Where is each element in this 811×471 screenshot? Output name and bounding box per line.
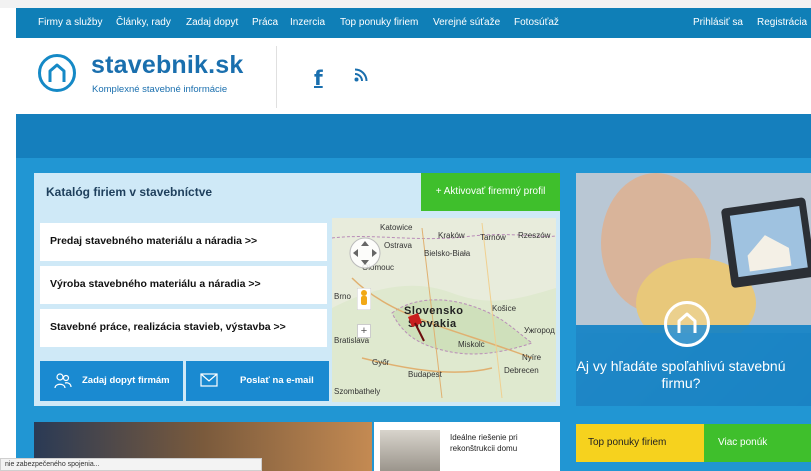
map-label: Tarnów	[480, 233, 506, 242]
logo-tagline: Komplexné stavebné informácie	[92, 84, 228, 95]
header-divider	[276, 46, 277, 108]
main-content: Katalóg firiem v stavebníctve + Aktivova…	[16, 158, 811, 471]
map-label: Kraków	[438, 231, 465, 240]
facebook-icon[interactable]: f	[314, 66, 323, 90]
users-icon	[54, 373, 72, 389]
home-logo-icon	[38, 54, 76, 92]
site-header: stavebnik.sk Komplexné stavebné informác…	[16, 38, 811, 114]
catalog-title: Katalóg firiem v stavebníctve	[46, 185, 213, 199]
nav-top-ponuky-firiem[interactable]: Top ponuky firiem	[340, 17, 418, 28]
nav-praca[interactable]: Práca	[252, 17, 278, 28]
nav-fotosutaz[interactable]: Fotosúťaž	[514, 17, 559, 28]
login-link[interactable]: Prihlásiť sa	[693, 17, 743, 28]
map-pan-control[interactable]	[348, 236, 382, 270]
tab-more-offers[interactable]: Viac ponúk	[704, 424, 811, 462]
map-label: Rzeszów	[518, 231, 551, 240]
tab-top-offers[interactable]: Top ponuky firiem	[576, 424, 704, 462]
nav-verejne-sutaze[interactable]: Verejné súťaže	[433, 17, 500, 28]
article-thumbnail	[380, 430, 440, 471]
map-label: Győr	[372, 358, 390, 367]
map-label: Nyíre	[522, 353, 542, 362]
nav-zadaj-dopyt[interactable]: Zadaj dopyt	[186, 17, 238, 28]
article-title: Ideálne riešenie pri rekonštrukcii domu	[450, 433, 518, 453]
map-label: Debrecen	[504, 366, 539, 375]
map-label: Miskolc	[458, 340, 485, 349]
map-label: Katowice	[380, 223, 413, 232]
map-label: Budapest	[408, 370, 442, 379]
map-label: Bielsko-Biała	[424, 249, 471, 258]
email-button[interactable]: Poslať na e-mail	[186, 361, 329, 401]
map-label: Ужгород	[524, 326, 555, 335]
company-catalog: Katalóg firiem v stavebníctve + Aktivova…	[34, 173, 560, 406]
map-zoom-in-button[interactable]: +	[357, 324, 371, 338]
catalog-map[interactable]: Katowice Kraków Tarnów Rzeszów Ostrava B…	[332, 218, 556, 402]
map-label: Ostrava	[384, 241, 413, 250]
promo-banner[interactable]: Aj vy hľadáte spoľahlivú stavebnú firmu?	[576, 173, 811, 406]
nav-firmy-a-sluzby[interactable]: Firmy a služby	[38, 17, 102, 28]
browser-top-strip	[0, 0, 811, 8]
blue-band	[16, 114, 811, 158]
logo-name: stavebnik.sk	[91, 51, 244, 79]
demand-button[interactable]: Zadaj dopyt firmám	[40, 361, 183, 401]
catalog-item-vyroba[interactable]: Výroba stavebného materiálu a náradia >>	[40, 266, 327, 304]
promo-text: Aj vy hľadáte spoľahlivú stavebnú firmu?	[576, 358, 786, 391]
map-pin-icon	[408, 313, 425, 342]
nav-clanky-rady[interactable]: Články, rady	[116, 17, 171, 28]
home-circle-icon	[664, 301, 710, 347]
article-teaser[interactable]: Ideálne riešenie pri rekonštrukcii domu	[374, 422, 560, 471]
envelope-icon	[200, 373, 218, 387]
rss-icon[interactable]	[354, 68, 368, 87]
map-label: Brno	[334, 292, 351, 301]
street-view-pegman-icon[interactable]	[357, 288, 371, 310]
browser-status-bar: nie zabezpečeného spojenia...	[0, 458, 262, 471]
register-link[interactable]: Registrácia	[757, 17, 807, 28]
top-navigation: Firmy a služby Články, rady Zadaj dopyt …	[16, 8, 811, 38]
map-label: Košice	[492, 304, 517, 313]
catalog-item-predaj[interactable]: Predaj stavebného materiálu a náradia >>	[40, 223, 327, 261]
email-button-label: Poslať na e-mail	[240, 375, 314, 386]
catalog-item-stavebne-prace[interactable]: Stavebné práce, realizácia stavieb, výst…	[40, 309, 327, 347]
map-label: Szombathely	[334, 387, 381, 396]
activate-profile-button[interactable]: + Aktivovať firemný profil	[421, 173, 560, 211]
nav-inzercia[interactable]: Inzercia	[290, 17, 325, 28]
demand-button-label: Zadaj dopyt firmám	[82, 375, 170, 386]
